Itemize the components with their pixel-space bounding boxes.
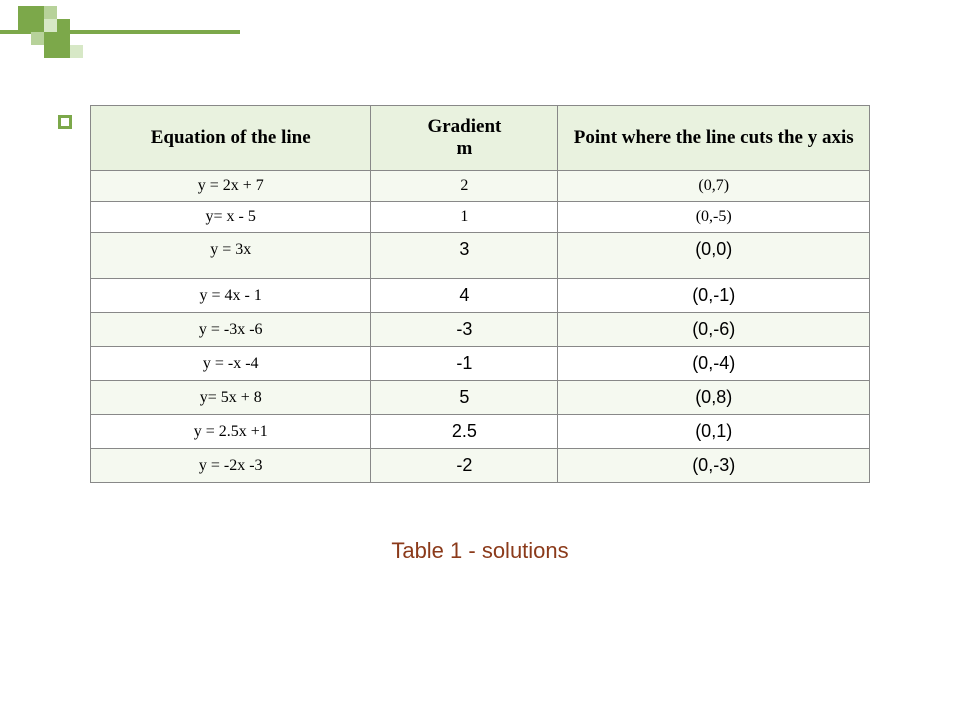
cell-gradient: -3 (371, 313, 558, 347)
cell-gradient: 2.5 (371, 415, 558, 449)
bullet-icon (58, 115, 72, 129)
cell-equation: y = 3x (91, 233, 371, 279)
table-caption: Table 1 - solutions (90, 538, 870, 564)
cell-gradient: 1 (371, 202, 558, 233)
slide-content: Equation of the line Gradientm Point whe… (90, 105, 870, 564)
cell-equation: y = -3x -6 (91, 313, 371, 347)
table-row: y = -x -4-1(0,-4) (91, 347, 870, 381)
cell-point: (0,8) (558, 381, 870, 415)
equations-table: Equation of the line Gradientm Point whe… (90, 105, 870, 483)
cell-gradient: 4 (371, 279, 558, 313)
cell-point: (0,7) (558, 171, 870, 202)
cell-gradient: 2 (371, 171, 558, 202)
cell-point: (0,1) (558, 415, 870, 449)
table-row: y = -2x -3-2(0,-3) (91, 449, 870, 483)
table-row: y= 5x + 85(0,8) (91, 381, 870, 415)
cell-equation: y= 5x + 8 (91, 381, 371, 415)
cell-point: (0,-6) (558, 313, 870, 347)
col-header-point: Point where the line cuts the y axis (558, 106, 870, 171)
cell-equation: y = 2.5x +1 (91, 415, 371, 449)
col-header-equation: Equation of the line (91, 106, 371, 171)
slide-decoration (0, 0, 240, 80)
cell-gradient: 5 (371, 381, 558, 415)
cell-equation: y = -x -4 (91, 347, 371, 381)
cell-equation: y = 2x + 7 (91, 171, 371, 202)
table-row: y = 2.5x +12.5(0,1) (91, 415, 870, 449)
cell-equation: y = 4x - 1 (91, 279, 371, 313)
table-row: y = 4x - 14(0,-1) (91, 279, 870, 313)
cell-point: (0,-5) (558, 202, 870, 233)
cell-equation: y = -2x -3 (91, 449, 371, 483)
cell-gradient: 3 (371, 233, 558, 279)
cell-gradient: -1 (371, 347, 558, 381)
cell-point: (0,-1) (558, 279, 870, 313)
table-row: y = -3x -6-3(0,-6) (91, 313, 870, 347)
table-row: y = 3x3(0,0) (91, 233, 870, 279)
col-header-gradient: Gradientm (371, 106, 558, 171)
table-row: y = 2x + 72(0,7) (91, 171, 870, 202)
cell-equation: y= x - 5 (91, 202, 371, 233)
table-header-row: Equation of the line Gradientm Point whe… (91, 106, 870, 171)
cell-point: (0,-4) (558, 347, 870, 381)
cell-point: (0,-3) (558, 449, 870, 483)
cell-gradient: -2 (371, 449, 558, 483)
cell-point: (0,0) (558, 233, 870, 279)
table-row: y= x - 51(0,-5) (91, 202, 870, 233)
